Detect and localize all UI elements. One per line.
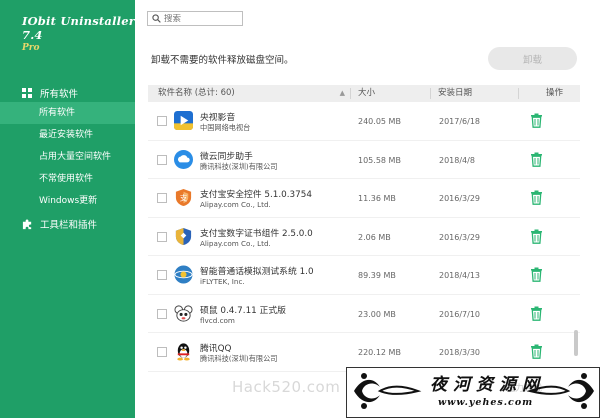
program-install-date: 2018/3/30 [439, 348, 481, 357]
program-install-date: 2018/4/8 [439, 155, 475, 165]
trash-icon[interactable] [530, 267, 543, 282]
row-checkbox[interactable] [157, 347, 167, 357]
trash-icon[interactable] [530, 306, 543, 321]
sidebar-item-recently-installed[interactable]: 最近安装软件 [0, 124, 135, 146]
column-header-name-label: 软件名称 (总计: 60) [158, 88, 235, 98]
program-install-date: 2016/3/29 [439, 194, 481, 203]
row-checkbox[interactable] [157, 308, 167, 319]
table-row[interactable]: 微云同步助手 腾讯科技(深圳)有限公司 105.58 MB 2018/4/8 [148, 141, 580, 179]
trash-icon[interactable] [530, 190, 543, 205]
alipay-cert-icon [175, 227, 192, 245]
program-name: 支付宝数字证书组件 2.5.0.0 [200, 228, 313, 239]
sidebar-item-large-programs[interactable]: 占用大量空间软件 [0, 146, 135, 168]
program-install-date: 2016/3/29 [439, 232, 481, 242]
app-edition: Pro [22, 43, 40, 53]
weiyun-icon [174, 149, 193, 169]
program-size: 220.12 MB [358, 348, 401, 357]
sidebar-nav: 所有软件 所有软件 最近安装软件 占用大量空间软件 不常使用软件 Windows… [0, 84, 135, 233]
sidebar-section-label: 工具栏和插件 [40, 220, 98, 231]
trash-icon[interactable] [530, 113, 543, 128]
alipay-shield-icon: 支 [175, 188, 192, 207]
program-size: 23.00 MB [358, 309, 396, 319]
table-row[interactable]: 央视影音 中国网络电视台 240.05 MB 2017/6/18 [148, 102, 580, 141]
row-checkbox[interactable] [157, 270, 167, 280]
sidebar-item-all-programs[interactable]: 所有软件 [0, 102, 135, 124]
row-checkbox[interactable] [157, 154, 167, 165]
puzzle-icon [22, 218, 32, 229]
table-row[interactable]: 支 支付宝安全控件 5.1.0.3754 Alipay.com Co., Ltd… [148, 179, 580, 218]
program-publisher: 腾讯科技(深圳)有限公司 [200, 161, 278, 171]
program-size: 240.05 MB [358, 117, 401, 126]
sidebar-section-toolbars-plugins[interactable]: 工具栏和插件 [0, 215, 135, 233]
watermark-url: www.yehes.com [438, 397, 534, 408]
list-scrollbar[interactable] [574, 330, 578, 356]
program-name: 支付宝安全控件 5.1.0.3754 [200, 190, 312, 200]
ornament-left-icon [354, 373, 422, 409]
table-row[interactable]: 支付宝数字证书组件 2.5.0.0 Alipay.com Co., Ltd. 2… [148, 218, 580, 256]
svg-text:支: 支 [180, 192, 188, 202]
program-name: 腾讯QQ [200, 344, 232, 354]
sidebar-item-infrequently-used[interactable]: 不常使用软件 [0, 168, 135, 190]
program-publisher: 中国网络电视台 [200, 123, 251, 132]
program-size: 2.06 MB [358, 232, 391, 242]
search-box[interactable] [147, 11, 243, 26]
program-install-date: 2016/7/10 [439, 309, 481, 319]
program-install-date: 2017/6/18 [439, 117, 481, 126]
row-checkbox[interactable] [157, 231, 167, 242]
program-publisher: Alipay.com Co., Ltd. [200, 238, 271, 248]
search-icon [152, 14, 161, 23]
sidebar: IObit Uninstaller 7.4 Pro 所有软件 所有软件 最近安装… [0, 0, 135, 418]
iflytek-icon [174, 265, 193, 284]
column-header-actions: 操作 [546, 88, 564, 98]
watermark-hack520: Hack520.com [232, 378, 341, 396]
program-name: 硕鼠 0.4.7.11 正式版 [200, 305, 286, 316]
page-headline: 卸载不需要的软件释放磁盘空间。 [151, 55, 294, 66]
app-title: IObit Uninstaller 7.4 [22, 14, 135, 42]
grid-icon [22, 87, 33, 99]
flvcd-mouse-icon [174, 304, 193, 322]
program-publisher: iFLYTEK, Inc. [200, 277, 245, 286]
program-publisher: flvcd.com [200, 315, 235, 325]
row-checkbox[interactable] [157, 116, 167, 126]
watermark-site-name: 夜河资源网 [430, 375, 545, 395]
qq-penguin-icon [177, 343, 190, 361]
column-header-size[interactable]: 大小 [351, 85, 431, 102]
sort-icon: ▲ [339, 89, 345, 97]
cctv-icon [174, 111, 193, 130]
program-publisher: Alipay.com Co., Ltd. [200, 200, 271, 209]
program-size: 89.39 MB [358, 271, 396, 280]
row-checkbox[interactable] [157, 193, 167, 203]
table-row[interactable]: 硕鼠 0.4.7.11 正式版 flvcd.com 23.00 MB 2016/… [148, 295, 580, 333]
trash-icon[interactable] [530, 152, 543, 167]
app-brand: IObit Uninstaller 7.4 Pro [22, 14, 135, 53]
search-input[interactable] [164, 13, 236, 24]
program-install-date: 2018/4/13 [439, 271, 481, 280]
program-name: 微云同步助手 [200, 151, 253, 162]
uninstall-button[interactable]: 卸载 [488, 47, 577, 70]
program-size: 11.36 MB [358, 194, 396, 203]
program-name: 央视影音 [200, 113, 236, 123]
trash-icon[interactable] [530, 229, 543, 244]
program-name: 智能普通话模拟测试系统 1.0 [200, 267, 314, 277]
sidebar-section-all-programs[interactable]: 所有软件 [0, 84, 135, 102]
program-list: 央视影音 中国网络电视台 240.05 MB 2017/6/18 微云同步助手 … [148, 102, 580, 372]
program-publisher: 腾讯科技(深圳)有限公司 [200, 354, 278, 363]
column-header-name[interactable]: 软件名称 (总计: 60) ▲ [148, 85, 351, 102]
sidebar-section-label: 所有软件 [40, 89, 79, 100]
sidebar-item-windows-updates[interactable]: Windows更新 [0, 190, 135, 212]
program-size: 105.58 MB [358, 155, 401, 165]
table-header: 软件名称 (总计: 60) ▲ 大小 安装日期 操作 [148, 85, 580, 102]
column-header-date[interactable]: 安装日期 [431, 85, 519, 102]
trash-icon[interactable] [530, 344, 543, 359]
table-row[interactable]: 智能普通话模拟测试系统 1.0 iFLYTEK, Inc. 89.39 MB 2… [148, 256, 580, 295]
